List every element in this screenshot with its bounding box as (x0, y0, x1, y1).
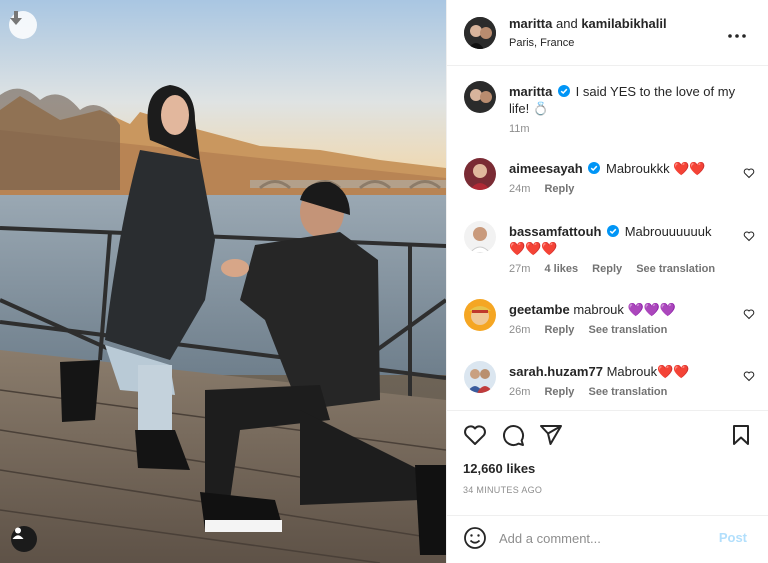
and-text: and (555, 16, 578, 31)
verified-badge-icon (588, 162, 601, 174)
comment-text: Mabroukkk (605, 161, 670, 176)
avatar-image (464, 158, 496, 190)
caption-avatar[interactable] (464, 81, 496, 113)
avatar-image (464, 17, 496, 49)
post-photo[interactable] (0, 0, 446, 563)
commenter-username[interactable]: geetambe (509, 302, 570, 317)
comment-text: mabrouk (573, 302, 624, 317)
commenter-avatar[interactable] (464, 221, 496, 253)
caption-meta: 11m (509, 123, 541, 135)
commenter-avatar[interactable] (464, 361, 496, 393)
author-names: maritta and kamilabikhalil (509, 16, 667, 31)
emoji-smile-icon[interactable] (463, 526, 487, 550)
commenter-username[interactable]: sarah.huzam77 (509, 364, 603, 379)
more-options-button[interactable] (728, 22, 746, 43)
comment-meta: 27m 4 likes Reply See translation (509, 263, 726, 275)
see-translation-button[interactable]: See translation (589, 386, 668, 398)
see-translation-button[interactable]: See translation (636, 263, 715, 275)
post-location[interactable]: Paris, France (509, 37, 574, 49)
comment-time: 27m (509, 263, 531, 275)
like-heart-icon[interactable] (463, 423, 487, 447)
like-comment-heart-icon[interactable] (743, 308, 755, 320)
comment-emoji: ❤️❤️ (673, 161, 706, 176)
comment-time: 26m (509, 386, 531, 398)
author-avatar[interactable] (464, 17, 496, 49)
user-tag-icon (12, 527, 24, 539)
comment-emoji: ❤️❤️ (657, 364, 690, 379)
comment-time: 26m (509, 324, 531, 336)
save-bookmark-icon[interactable] (729, 423, 753, 447)
commenter-avatar[interactable] (464, 299, 496, 331)
reply-button[interactable]: Reply (592, 263, 622, 275)
tagged-users-button[interactable] (11, 526, 37, 552)
reply-button[interactable]: Reply (544, 183, 574, 195)
see-translation-button[interactable]: See translation (589, 324, 668, 336)
verified-badge-icon (607, 225, 620, 237)
comment-text-block: bassamfattouh Mabrouuuuuuk ❤️❤️❤️ (509, 223, 741, 257)
comment-text-block: sarah.huzam77 Mabrouk❤️❤️ (509, 363, 741, 380)
comment-bubble-icon[interactable] (501, 423, 525, 447)
comments-list[interactable]: maritta I said YES to the love of my lif… (447, 67, 768, 410)
comment-text: Mabrouuuuuuk (624, 224, 712, 239)
reply-button[interactable]: Reply (544, 386, 574, 398)
more-horizontal-icon (728, 34, 746, 38)
comment-time: 24m (509, 183, 531, 195)
likes-count[interactable]: 12,660 likes (463, 461, 535, 476)
avatar-image (464, 81, 496, 113)
comment-meta: 26m Reply See translation (509, 386, 678, 398)
avatar-image (464, 221, 496, 253)
verified-badge-icon (557, 85, 570, 97)
commenter-username[interactable]: aimeesayah (509, 161, 583, 176)
like-comment-heart-icon[interactable] (743, 230, 755, 242)
avatar-image (464, 299, 496, 331)
add-comment-bar: Post (447, 515, 768, 563)
photo-scene (0, 0, 446, 563)
author-username-1[interactable]: maritta (509, 16, 552, 31)
reply-button[interactable]: Reply (544, 324, 574, 336)
comment-meta: 26m Reply See translation (509, 324, 678, 336)
commenter-username[interactable]: bassamfattouh (509, 224, 601, 239)
comment-meta: 24m Reply (509, 183, 585, 195)
download-button[interactable] (9, 11, 37, 39)
post-sidebar: maritta and kamilabikhalil Paris, France… (446, 0, 768, 563)
comment-likes-count[interactable]: 4 likes (544, 263, 578, 275)
caption-text-block: maritta I said YES to the love of my lif… (509, 83, 741, 117)
comment-input[interactable] (499, 528, 699, 548)
post-timestamp: 34 MINUTES AGO (463, 485, 543, 495)
comment-text-block: aimeesayah Mabroukkk ❤️❤️ (509, 160, 741, 177)
post-comment-button[interactable]: Post (719, 530, 747, 545)
author-username-2[interactable]: kamilabikhalil (581, 16, 666, 31)
comment-text: Mabrouk (606, 364, 658, 379)
comment-emoji: 💜💜💜 (627, 302, 677, 317)
post-actions: 12,660 likes 34 MINUTES AGO (447, 410, 768, 515)
commenter-avatar[interactable] (464, 158, 496, 190)
share-send-icon[interactable] (539, 423, 563, 447)
comment-text-block: geetambe mabrouk 💜💜💜 (509, 301, 741, 318)
like-comment-heart-icon[interactable] (743, 167, 755, 179)
like-comment-heart-icon[interactable] (743, 370, 755, 382)
caption-time: 11m (509, 123, 530, 135)
avatar-image (464, 361, 496, 393)
download-arrow-icon (10, 11, 22, 25)
comment-emoji: ❤️❤️❤️ (509, 241, 558, 256)
post-header: maritta and kamilabikhalil Paris, France (447, 0, 768, 66)
caption-username[interactable]: maritta (509, 84, 552, 99)
